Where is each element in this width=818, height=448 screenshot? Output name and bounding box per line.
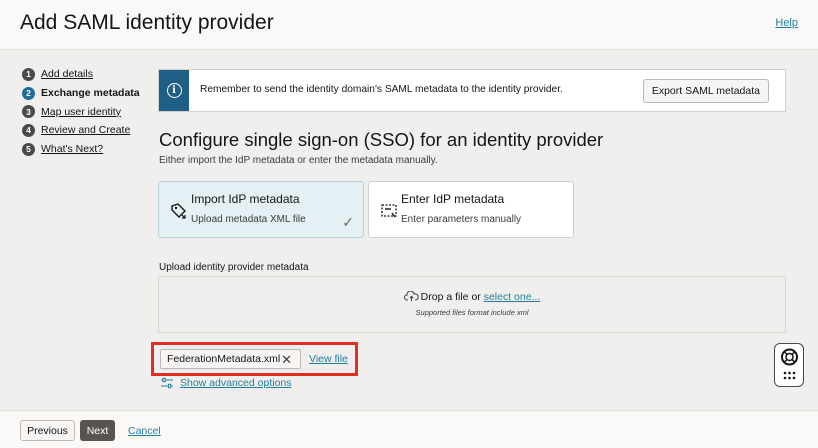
step-label[interactable]: Add details xyxy=(41,68,93,80)
wizard-footer: Previous Next Cancel xyxy=(0,410,818,448)
enter-idp-metadata-card[interactable]: Enter IdP metadata Enter parameters manu… xyxy=(368,181,574,238)
section-title: Configure single sign-on (SSO) for an id… xyxy=(159,129,604,150)
section-subtitle: Either import the IdP metadata or enter … xyxy=(159,155,438,166)
card-description: Upload metadata XML file xyxy=(191,214,306,225)
step-number: 1 xyxy=(22,67,35,81)
dropzone-text: Drop a file or select one... xyxy=(159,291,785,303)
file-name: FederationMetadata.xml xyxy=(167,353,281,365)
step-map-user-identity[interactable]: 3 Map user identity xyxy=(22,102,152,121)
import-idp-metadata-card[interactable]: Import IdP metadata Upload metadata XML … xyxy=(158,181,364,238)
page-header: Add SAML identity provider Help xyxy=(0,0,818,50)
step-number: 2 xyxy=(22,86,35,100)
cancel-link[interactable]: Cancel xyxy=(128,425,161,437)
step-label[interactable]: What's Next? xyxy=(41,143,103,155)
checkmark-icon: ✓ xyxy=(342,214,354,230)
wizard-steps: 1 Add details 2 Exchange metadata 3 Map … xyxy=(22,65,152,158)
lifebuoy-icon xyxy=(781,348,798,380)
drop-text: Drop a file or xyxy=(420,291,484,303)
step-number: 5 xyxy=(22,142,35,156)
step-label: Exchange metadata xyxy=(41,87,140,100)
banner-message: Remember to send the identity domain's S… xyxy=(200,84,563,95)
step-number: 4 xyxy=(22,123,35,137)
upload-label: Upload identity provider metadata xyxy=(159,262,309,273)
export-saml-metadata-button[interactable]: Export SAML metadata xyxy=(642,79,769,103)
info-bar: i xyxy=(159,70,189,111)
view-file-link[interactable]: View file xyxy=(309,353,348,365)
page-title: Add SAML identity provider xyxy=(20,11,274,34)
help-link[interactable]: Help xyxy=(775,17,798,29)
previous-button[interactable]: Previous xyxy=(20,420,75,441)
file-dropzone[interactable]: Drop a file or select one... Supported f… xyxy=(158,276,786,333)
info-banner: i Remember to send the identity domain's… xyxy=(158,69,786,112)
dropzone-hint: Supported files format include xml xyxy=(415,308,529,317)
info-icon: i xyxy=(166,83,182,98)
uploaded-file-chip: FederationMetadata.xml ✕ xyxy=(160,349,301,369)
sliders-icon xyxy=(161,377,173,389)
main-panel: 1 Add details 2 Exchange metadata 3 Map … xyxy=(0,51,818,410)
cloud-upload-icon xyxy=(403,291,419,301)
step-whats-next[interactable]: 5 What's Next? xyxy=(22,140,152,159)
step-label[interactable]: Review and Create xyxy=(41,124,130,136)
tag-import-icon xyxy=(171,203,186,219)
remove-file-icon[interactable]: ✕ xyxy=(281,352,292,368)
card-title: Enter IdP metadata xyxy=(401,192,505,206)
step-number: 3 xyxy=(22,105,35,119)
step-add-details[interactable]: 1 Add details xyxy=(22,65,152,84)
step-review-create[interactable]: 4 Review and Create xyxy=(22,121,152,140)
step-label[interactable]: Map user identity xyxy=(41,106,121,118)
step-exchange-metadata: 2 Exchange metadata xyxy=(22,84,152,103)
card-title: Import IdP metadata xyxy=(191,192,300,206)
help-widget[interactable] xyxy=(774,343,804,387)
form-entry-icon xyxy=(381,204,397,218)
card-description: Enter parameters manually xyxy=(401,214,522,225)
next-button[interactable]: Next xyxy=(80,420,115,441)
show-advanced-options-link[interactable]: Show advanced options xyxy=(180,377,292,389)
advanced-options-toggle[interactable]: Show advanced options xyxy=(160,377,292,389)
select-file-link[interactable]: select one... xyxy=(484,291,541,303)
